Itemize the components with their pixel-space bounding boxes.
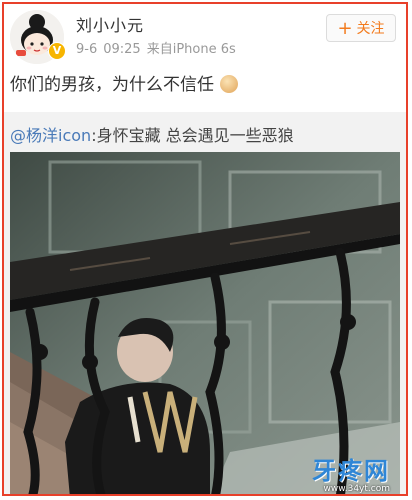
watermark-name: 牙疼网 xyxy=(312,457,390,485)
post-photo[interactable]: 牙疼网 www.34yt.com xyxy=(10,152,400,494)
site-watermark: 牙疼网 www.34yt.com xyxy=(312,459,390,494)
watermark-url: www.34yt.com xyxy=(323,484,390,494)
weibo-post-card: V 刘小小元 9-6 09:25 来自iPhone 6s + 关注 你们的男孩，为什么… xyxy=(2,2,408,496)
verified-badge-icon: V xyxy=(48,42,66,60)
follow-button[interactable]: + 关注 xyxy=(326,14,396,42)
repost-mention-link[interactable]: @杨洋icon xyxy=(10,126,91,145)
post-body: 你们的男孩，为什么不信任 xyxy=(10,70,238,95)
username[interactable]: 刘小小元 xyxy=(76,12,144,36)
staircase-photo-image xyxy=(10,152,400,494)
post-date: 9-6 xyxy=(76,42,98,57)
repost-block[interactable]: @杨洋icon:身怀宝藏 总会遇见一些恶狼 牙疼网 www.34yt.com xyxy=(4,112,406,494)
post-source: 来自iPhone 6s xyxy=(146,42,236,57)
post-text: 你们的男孩，为什么不信任 xyxy=(10,75,214,95)
plus-icon: + xyxy=(337,18,353,39)
cat-head-emoji-icon xyxy=(220,75,238,93)
repost-line: @杨洋icon:身怀宝藏 总会遇见一些恶狼 xyxy=(10,122,294,146)
repost-text: :身怀宝藏 总会遇见一些恶狼 xyxy=(91,126,294,145)
post-meta: 9-6 09:25 来自iPhone 6s xyxy=(76,38,242,57)
post-time: 09:25 xyxy=(103,42,141,57)
follow-label: 关注 xyxy=(356,21,385,37)
